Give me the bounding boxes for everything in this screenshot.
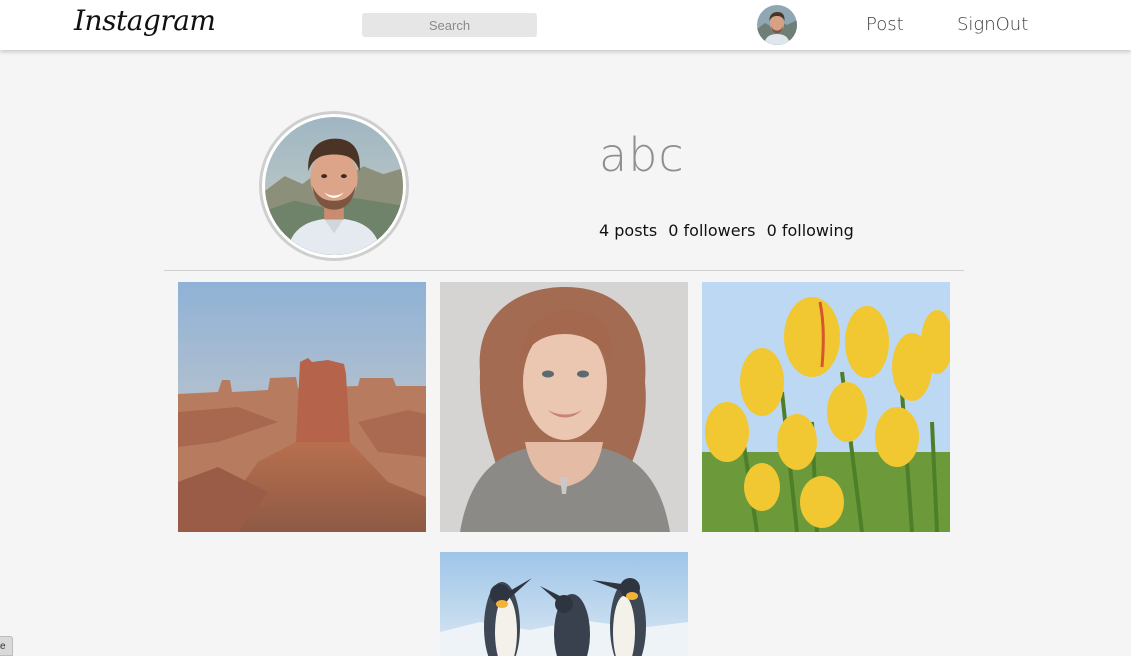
profile-username: abc: [599, 128, 685, 182]
header-avatar[interactable]: [757, 5, 797, 45]
woman-portrait-photo: [440, 282, 688, 532]
profile-avatar[interactable]: [259, 111, 409, 261]
followers-count[interactable]: 0 followers: [668, 221, 755, 240]
post-thumbnail[interactable]: [440, 552, 688, 656]
corner-tab[interactable]: e: [0, 636, 13, 656]
profile-divider: [164, 270, 964, 271]
avatar-photo: [265, 117, 403, 255]
following-count[interactable]: 0 following: [767, 221, 854, 240]
post-thumbnail[interactable]: [702, 282, 950, 532]
yellow-tulips-photo: [702, 282, 950, 532]
desert-butte-photo: [178, 282, 426, 532]
post-thumbnail[interactable]: [178, 282, 426, 532]
signout-link[interactable]: SignOut: [957, 14, 1028, 35]
profile-stats: 4 posts 0 followers 0 following: [599, 221, 860, 240]
penguins-photo: [440, 552, 688, 656]
post-thumbnail[interactable]: [440, 282, 688, 532]
top-navbar: Instagram Post SignOut: [0, 0, 1131, 50]
search-input[interactable]: [362, 13, 537, 37]
post-link[interactable]: Post: [866, 14, 904, 35]
avatar-photo: [757, 5, 797, 45]
profile-avatar-image: [265, 117, 403, 255]
posts-count: 4 posts: [599, 221, 658, 240]
instagram-logo[interactable]: Instagram: [74, 4, 216, 37]
